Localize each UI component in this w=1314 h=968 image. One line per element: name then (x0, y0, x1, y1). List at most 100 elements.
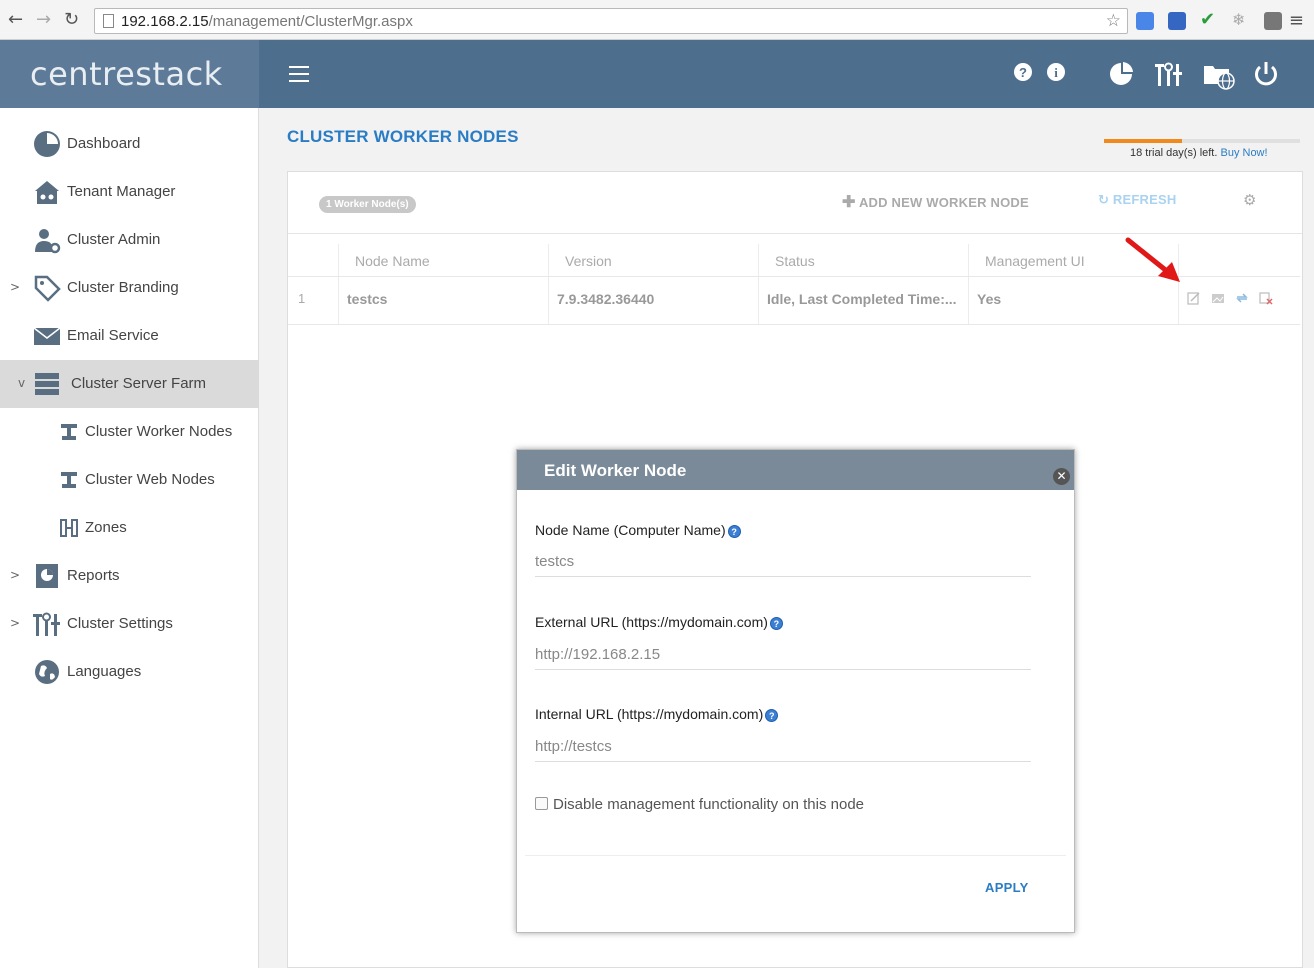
settings-tools-icon (33, 612, 60, 636)
disable-management-checkbox[interactable] (535, 797, 548, 810)
gear-icon[interactable]: ⚙ (1243, 191, 1256, 209)
grid-toolbar: 1 Worker Node(s) ✚ ADD NEW WORKER NODE ↻… (288, 172, 1302, 234)
sync-node-icon[interactable] (1235, 291, 1249, 305)
image-node-icon[interactable] (1211, 291, 1225, 305)
sidebar-item-email-service[interactable]: Email Service (0, 312, 259, 360)
internal-url-label: Internal URL (https://mydomain.com)? (535, 706, 779, 722)
sidebar-item-label: Languages (67, 663, 142, 680)
reload-icon[interactable]: ↻ (64, 10, 79, 30)
worker-node-icon (61, 424, 77, 440)
zones-icon (60, 519, 78, 537)
sidebar-item-label: Cluster Worker Nodes (85, 423, 233, 440)
buy-now-link[interactable]: Buy Now! (1220, 147, 1267, 159)
external-url-label-text: External URL (https://mydomain.com) (535, 614, 768, 630)
cell-actions (1178, 277, 1300, 324)
red-arrow-annotation (1125, 237, 1180, 282)
svg-text:i: i (1054, 65, 1058, 80)
help-icon[interactable]: ? (727, 524, 741, 538)
power-icon[interactable] (1253, 60, 1279, 88)
delete-node-icon[interactable] (1259, 291, 1273, 305)
external-url-label: External URL (https://mydomain.com)? (535, 614, 783, 630)
row-number: 1 (298, 291, 306, 306)
sidebar-item-label: Tenant Manager (67, 183, 176, 200)
plus-icon: ✚ (842, 194, 856, 211)
column-header-node-name[interactable]: Node Name (338, 244, 548, 276)
help-icon[interactable]: ? (1013, 62, 1033, 82)
url-text: 192.168.2.15/management/ClusterMgr.aspx (121, 13, 413, 30)
globe-icon (35, 660, 59, 684)
sidebar-item-dashboard[interactable]: Dashboard (0, 120, 259, 168)
trial-notice: 18 trial day(s) left. Buy Now! (1130, 147, 1268, 159)
refresh-icon: ↻ (1098, 193, 1110, 208)
sidebar-item-cluster-web-nodes[interactable]: Cluster Web Nodes (0, 456, 259, 504)
sidebar-item-label: Cluster Branding (67, 279, 179, 296)
column-header-version[interactable]: Version (548, 244, 758, 276)
chevron-down-icon[interactable]: v (18, 376, 25, 390)
top-header: ? i (259, 40, 1314, 108)
chevron-right-icon[interactable]: > (10, 568, 20, 582)
disable-management-label[interactable]: Disable management functionality on this… (553, 796, 864, 813)
sidebar-item-label: Cluster Settings (67, 615, 173, 632)
sidebar: Dashboard Tenant Manager Cluster Admin >… (0, 108, 259, 968)
sidebar-item-tenant-manager[interactable]: Tenant Manager (0, 168, 259, 216)
extension-square-icon[interactable] (1264, 12, 1282, 30)
info-icon[interactable]: i (1046, 62, 1066, 82)
node-name-label-text: Node Name (Computer Name) (535, 522, 726, 538)
sidebar-item-label: Cluster Server Farm (71, 375, 207, 392)
sidebar-item-zones[interactable]: Zones (0, 504, 259, 552)
extension-icon[interactable] (1168, 12, 1186, 30)
chevron-right-icon[interactable]: > (10, 616, 20, 630)
translate-extension-icon[interactable] (1136, 12, 1154, 30)
sidebar-item-reports[interactable]: > Reports (0, 552, 259, 600)
envelope-icon (33, 327, 61, 345)
sidebar-item-cluster-admin[interactable]: Cluster Admin (0, 216, 259, 264)
refresh-label: REFRESH (1112, 192, 1177, 207)
address-bar[interactable]: 192.168.2.15/management/ClusterMgr.aspx … (94, 8, 1128, 34)
sidebar-item-cluster-branding[interactable]: > Cluster Branding (0, 264, 259, 312)
hamburger-menu-icon[interactable] (289, 66, 309, 82)
edit-node-icon[interactable] (1187, 291, 1201, 305)
node-name-field[interactable] (535, 547, 1031, 577)
dialog-title: Edit Worker Node (544, 461, 687, 480)
sidebar-item-cluster-settings[interactable]: > Cluster Settings (0, 600, 259, 648)
apply-button[interactable]: APPLY (985, 880, 1029, 895)
close-icon[interactable]: ✕ (1053, 468, 1070, 485)
browser-menu-icon[interactable]: ≡ (1289, 10, 1304, 31)
sidebar-item-label: Cluster Web Nodes (85, 471, 215, 488)
column-header-status[interactable]: Status (758, 244, 968, 276)
add-worker-node-label: ADD NEW WORKER NODE (858, 195, 1029, 210)
internal-url-field[interactable] (535, 732, 1031, 762)
logo-area: centrestack (0, 40, 259, 108)
help-icon[interactable]: ? (765, 708, 779, 722)
page-title: CLUSTER WORKER NODES (287, 127, 519, 146)
sidebar-item-cluster-server-farm[interactable]: v Cluster Server Farm (0, 360, 259, 408)
url-path: /management/ClusterMgr.aspx (208, 13, 413, 30)
dialog-header: Edit Worker Node ✕ (517, 450, 1074, 490)
cell-status: Idle, Last Completed Time:... (758, 277, 968, 324)
sidebar-item-label: Reports (67, 567, 120, 584)
tenant-house-icon (35, 181, 59, 204)
help-icon[interactable]: ? (769, 616, 783, 630)
refresh-button[interactable]: ↻ REFRESH (1098, 192, 1176, 208)
back-icon[interactable]: ← (8, 10, 23, 30)
folder-globe-icon[interactable] (1203, 60, 1235, 90)
cell-node-name: testcs (338, 277, 548, 324)
sidebar-item-languages[interactable]: Languages (0, 648, 259, 696)
tools-icon[interactable] (1155, 60, 1183, 88)
sidebar-item-label: Email Service (67, 327, 159, 344)
url-host: 192.168.2.15 (121, 13, 209, 30)
snowflake-extension-icon[interactable]: ❄ (1232, 10, 1250, 29)
external-url-field[interactable] (535, 640, 1031, 670)
bookmark-star-icon[interactable]: ☆ (1106, 11, 1121, 31)
add-worker-node-button[interactable]: ✚ ADD NEW WORKER NODE (842, 192, 1029, 212)
browser-toolbar: ← → ↻ 192.168.2.15/management/ClusterMgr… (0, 0, 1314, 40)
tag-icon (34, 275, 61, 302)
logo[interactable]: centrestack (30, 55, 223, 93)
worker-count-badge: 1 Worker Node(s) (319, 196, 416, 213)
chevron-right-icon[interactable]: > (10, 280, 20, 294)
sidebar-item-cluster-worker-nodes[interactable]: Cluster Worker Nodes (0, 408, 259, 456)
checkmark-extension-icon[interactable]: ✔ (1200, 9, 1218, 30)
forward-icon[interactable]: → (36, 10, 51, 30)
sidebar-item-label: Dashboard (67, 135, 141, 152)
dashboard-pie-icon[interactable] (1108, 61, 1134, 87)
